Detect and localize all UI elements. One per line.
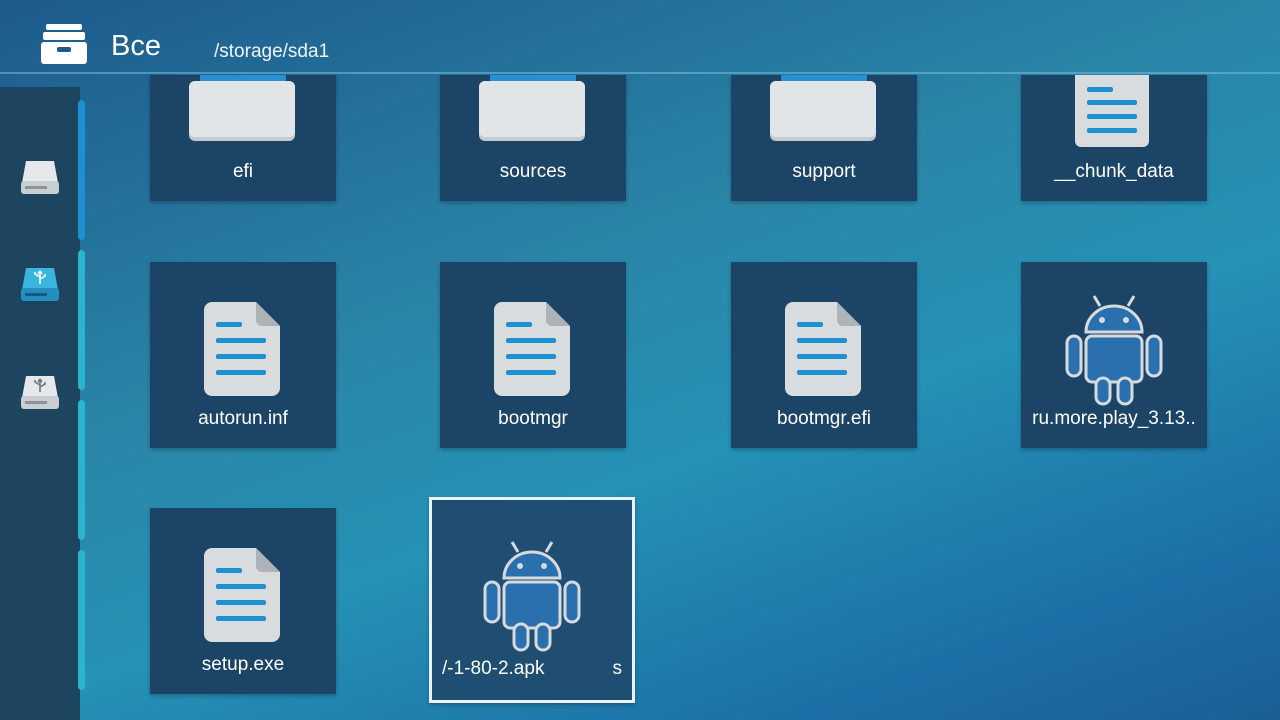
file-name: efi [232, 161, 254, 182]
file-tile-apk[interactable]: ru.more.play_3.13.. [1021, 262, 1207, 448]
file-name-marquee-tail: s [612, 658, 623, 679]
file-tile-apk-selected[interactable]: /-1-80-2.apk s [429, 497, 635, 703]
document-icon [204, 548, 280, 642]
file-tile-document[interactable]: setup.exe [150, 508, 336, 694]
folder-icon [189, 75, 295, 141]
document-icon [204, 302, 280, 396]
document-icon [785, 302, 861, 396]
file-name: setup.exe [201, 654, 285, 675]
file-name: autorun.inf [198, 408, 288, 429]
file-tile-document[interactable]: __chunk_data [1021, 75, 1207, 201]
file-name: bootmgr.efi [777, 408, 871, 429]
file-tile-folder[interactable]: support [731, 75, 917, 201]
file-name: __chunk_data [1054, 161, 1174, 182]
file-name: bootmgr [498, 408, 568, 429]
file-tile-document[interactable]: autorun.inf [150, 262, 336, 448]
file-grid: efi sources support __chunk_data autorun… [0, 0, 1280, 720]
document-icon [1075, 75, 1149, 147]
file-tile-document[interactable]: bootmgr.efi [731, 262, 917, 448]
android-icon [483, 541, 581, 652]
document-icon [494, 302, 570, 396]
folder-icon [770, 75, 876, 141]
folder-icon [479, 75, 585, 141]
file-name: support [792, 161, 856, 182]
file-tile-folder[interactable]: sources [440, 75, 626, 201]
file-name: sources [499, 161, 567, 182]
file-name: ru.more.play_3.13.. [1032, 408, 1196, 429]
file-tile-document[interactable]: bootmgr [440, 262, 626, 448]
file-tile-folder[interactable]: efi [150, 75, 336, 201]
file-name-marquee: /-1-80-2.apk [442, 658, 545, 679]
android-icon [1065, 295, 1163, 406]
